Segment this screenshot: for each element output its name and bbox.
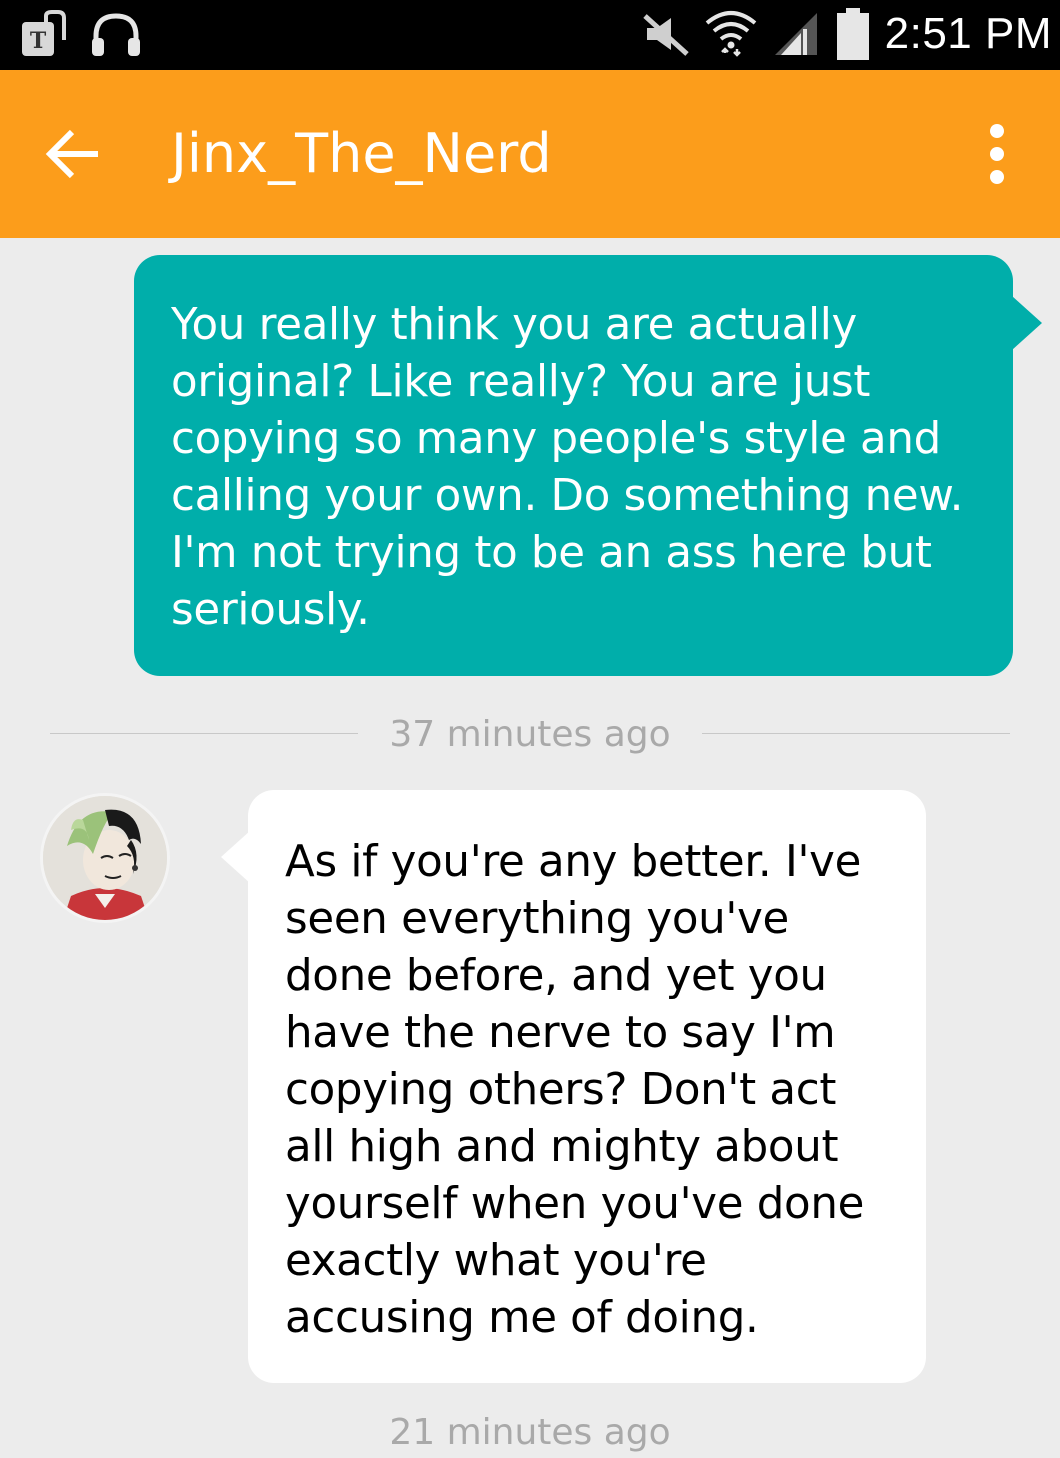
overflow-menu-button[interactable] — [972, 118, 1022, 190]
timestamp-label: 21 minutes ago — [389, 1412, 671, 1453]
battery-icon — [836, 8, 869, 60]
outgoing-message-text: You really think you are actually origin… — [171, 300, 964, 635]
sender-avatar[interactable] — [40, 793, 170, 923]
signal-icon — [774, 13, 817, 55]
wifi-icon — [705, 11, 756, 57]
status-bar-left-icons: T — [18, 10, 142, 60]
mute-icon — [642, 14, 689, 56]
incoming-bubble-tail — [221, 830, 251, 884]
timestamp-label: 37 minutes ago — [389, 714, 671, 755]
headphones-icon — [92, 13, 140, 56]
carrier-badge-icon: T — [22, 10, 66, 56]
conversation-title: Jinx_The_Nerd — [171, 122, 552, 185]
outgoing-message-bubble[interactable]: You really think you are actually origin… — [134, 255, 1013, 676]
timestamp-divider: 37 minutes ago — [50, 710, 1010, 760]
status-bar-right-icons: 2:51 PM — [641, 4, 1052, 64]
avatar-image — [43, 796, 167, 920]
incoming-message-text: As if you're any better. I've seen every… — [285, 837, 865, 1343]
app-bar: Jinx_The_Nerd — [0, 70, 1060, 238]
overflow-menu-icon — [990, 124, 1004, 184]
status-bar: T 2:51 PM — [0, 0, 1060, 70]
back-arrow-icon — [45, 129, 98, 179]
divider-line — [702, 733, 1010, 734]
outgoing-bubble-tail — [1012, 296, 1042, 350]
divider-line — [50, 733, 358, 734]
svg-text:T: T — [30, 28, 47, 54]
back-button[interactable] — [40, 120, 108, 188]
incoming-message-bubble[interactable]: As if you're any better. I've seen every… — [248, 790, 926, 1383]
status-time: 2:51 PM — [884, 9, 1052, 58]
